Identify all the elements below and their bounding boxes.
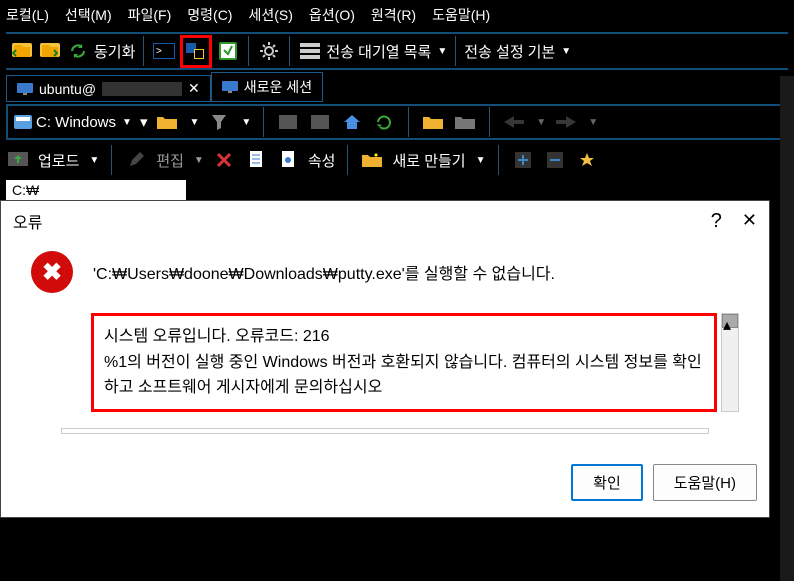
drive-selector[interactable]: C: Windows ▼ — [14, 114, 132, 131]
tab-new-session[interactable]: 새로운 세션 — [211, 72, 323, 102]
menu-local[interactable]: 로컬(L) — [6, 5, 49, 25]
gear-icon[interactable] — [257, 39, 281, 63]
sync-label[interactable]: 동기화 — [94, 41, 135, 62]
tab-active-session[interactable]: ubuntu@ ✕ — [6, 75, 211, 102]
forward-folder-icon[interactable] — [308, 110, 332, 134]
edit-dropdown[interactable]: ▼ — [194, 155, 204, 166]
error-icon: ✖ — [31, 251, 73, 293]
menu-session[interactable]: 세션(S) — [248, 5, 292, 25]
filter-dropdown[interactable]: ▼ — [241, 117, 251, 128]
menu-select[interactable]: 선택(M) — [65, 5, 112, 25]
tab-active-label: ubuntu@ — [39, 81, 96, 97]
session-tabs: ubuntu@ ✕ 새로운 세션 — [0, 72, 794, 102]
edit-icon[interactable] — [124, 148, 148, 172]
back-folder-icon[interactable] — [276, 110, 300, 134]
nav-fwd-icon[interactable] — [554, 110, 578, 134]
nav-back-dropdown[interactable]: ▼ — [536, 117, 546, 128]
error-detail-line1: 시스템 오류입니다. 오류코드: 216 — [104, 324, 704, 350]
menu-remote[interactable]: 원격(R) — [371, 5, 416, 25]
main-toolbar: 동기화 > 전송 대기열 목록 ▼ 전송 설정 기본 ▼ — [6, 32, 788, 70]
path-bar[interactable]: C:₩ — [6, 180, 186, 200]
putty-button-highlighted[interactable] — [180, 35, 212, 68]
monitor-icon — [222, 81, 238, 93]
new-dropdown[interactable]: ▼ — [476, 155, 486, 166]
drive-dropdown-icon[interactable]: ▼ — [122, 117, 132, 128]
upload-icon[interactable] — [6, 148, 30, 172]
filter-icon[interactable] — [207, 110, 231, 134]
error-detail-box: 시스템 오류입니다. 오류코드: 216 %1의 버전이 실행 중인 Windo… — [91, 313, 717, 412]
scroll-up-icon[interactable]: ▴ — [722, 314, 738, 328]
new-label[interactable]: 새로 만들기 — [392, 150, 465, 171]
folder-open-icon[interactable] — [155, 110, 179, 134]
remote-panel-edge — [780, 76, 794, 581]
dialog-title-text: 오류 — [13, 209, 42, 233]
transfer-settings-dropdown-icon[interactable]: ▼ — [561, 46, 571, 57]
sync-icon[interactable] — [66, 39, 90, 63]
dialog-titlebar: 오류 ? ✕ — [1, 201, 769, 241]
fileops-toolbar: 업로드 ▼ 편집 ▼ 속성 새로 만들기 ▼ — [0, 142, 794, 178]
menubar: 로컬(L) 선택(M) 파일(F) 명령(C) 세션(S) 옵션(O) 원격(R… — [0, 0, 794, 30]
nav-dropdown[interactable]: ▾ — [140, 113, 148, 131]
error-message: 'C:₩Users₩doone₩Downloads₩putty.exe'를 실행… — [93, 260, 555, 284]
svg-text:>: > — [156, 46, 162, 57]
folder-open-dropdown[interactable]: ▼ — [189, 117, 199, 128]
delete-icon[interactable] — [212, 148, 236, 172]
drive-label: C: Windows — [36, 114, 116, 131]
menu-command[interactable]: 명령(C) — [187, 5, 232, 25]
nav-back-icon[interactable] — [502, 110, 526, 134]
new-folder-icon[interactable] — [360, 148, 384, 172]
star-icon[interactable] — [575, 148, 599, 172]
menu-options[interactable]: 옵션(O) — [309, 5, 355, 25]
detail-scrollbar[interactable]: ▴ — [721, 313, 739, 412]
folder-right-icon[interactable] — [38, 39, 62, 63]
queue-icon[interactable] — [298, 39, 322, 63]
queue-dropdown-icon[interactable]: ▼ — [437, 46, 447, 57]
upload-dropdown[interactable]: ▼ — [89, 155, 99, 166]
menu-help[interactable]: 도움말(H) — [432, 5, 490, 25]
help-button[interactable]: 도움말(H) — [653, 464, 757, 501]
plus-icon[interactable] — [511, 148, 535, 172]
history-folder-icon[interactable] — [453, 110, 477, 134]
tab-close-icon[interactable]: ✕ — [188, 80, 200, 97]
queue-label[interactable]: 전송 대기열 목록 — [326, 41, 431, 62]
menu-file[interactable]: 파일(F) — [128, 5, 172, 25]
upload-label[interactable]: 업로드 — [38, 150, 79, 171]
props-icon[interactable] — [276, 148, 300, 172]
ok-button[interactable]: 확인 — [571, 464, 643, 501]
bookmark-folder-icon[interactable] — [421, 110, 445, 134]
refresh-icon[interactable] — [372, 110, 396, 134]
props-label[interactable]: 속성 — [308, 150, 336, 171]
home-icon[interactable] — [340, 110, 364, 134]
putty-icon — [184, 39, 208, 63]
tab-new-label: 새로운 세션 — [244, 77, 312, 97]
nav-toolbar: C: Windows ▼ ▾ ▼ ▼ ▼ ▼ — [6, 104, 788, 140]
edit-label[interactable]: 편집 — [156, 150, 184, 171]
nav-fwd-dropdown[interactable]: ▼ — [588, 117, 598, 128]
folder-left-icon[interactable] — [10, 39, 34, 63]
dialog-help-icon[interactable]: ? — [711, 210, 722, 233]
monitor-icon — [17, 83, 33, 95]
dialog-separator — [61, 428, 709, 434]
edit-file-icon[interactable] — [244, 148, 268, 172]
drive-icon — [14, 115, 32, 129]
explorer-icon[interactable] — [216, 39, 240, 63]
dialog-close-icon[interactable]: ✕ — [742, 210, 757, 233]
tab-redacted-host — [102, 82, 182, 96]
error-detail-line2: %1의 버전이 실행 중인 Windows 버전과 호환되지 않습니다. 컴퓨터… — [104, 350, 704, 401]
transfer-settings-value[interactable]: 기본 — [528, 41, 556, 62]
transfer-settings-label: 전송 설정 — [464, 41, 523, 62]
minus-icon[interactable] — [543, 148, 567, 172]
terminal-icon[interactable]: > — [152, 39, 176, 63]
error-dialog: 오류 ? ✕ ✖ 'C:₩Users₩doone₩Downloads₩putty… — [0, 200, 770, 518]
